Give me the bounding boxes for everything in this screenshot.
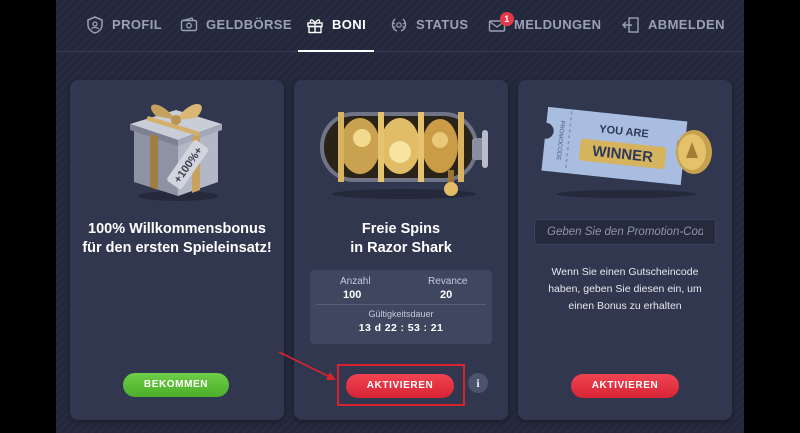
annotation-highlight-box <box>337 364 465 406</box>
